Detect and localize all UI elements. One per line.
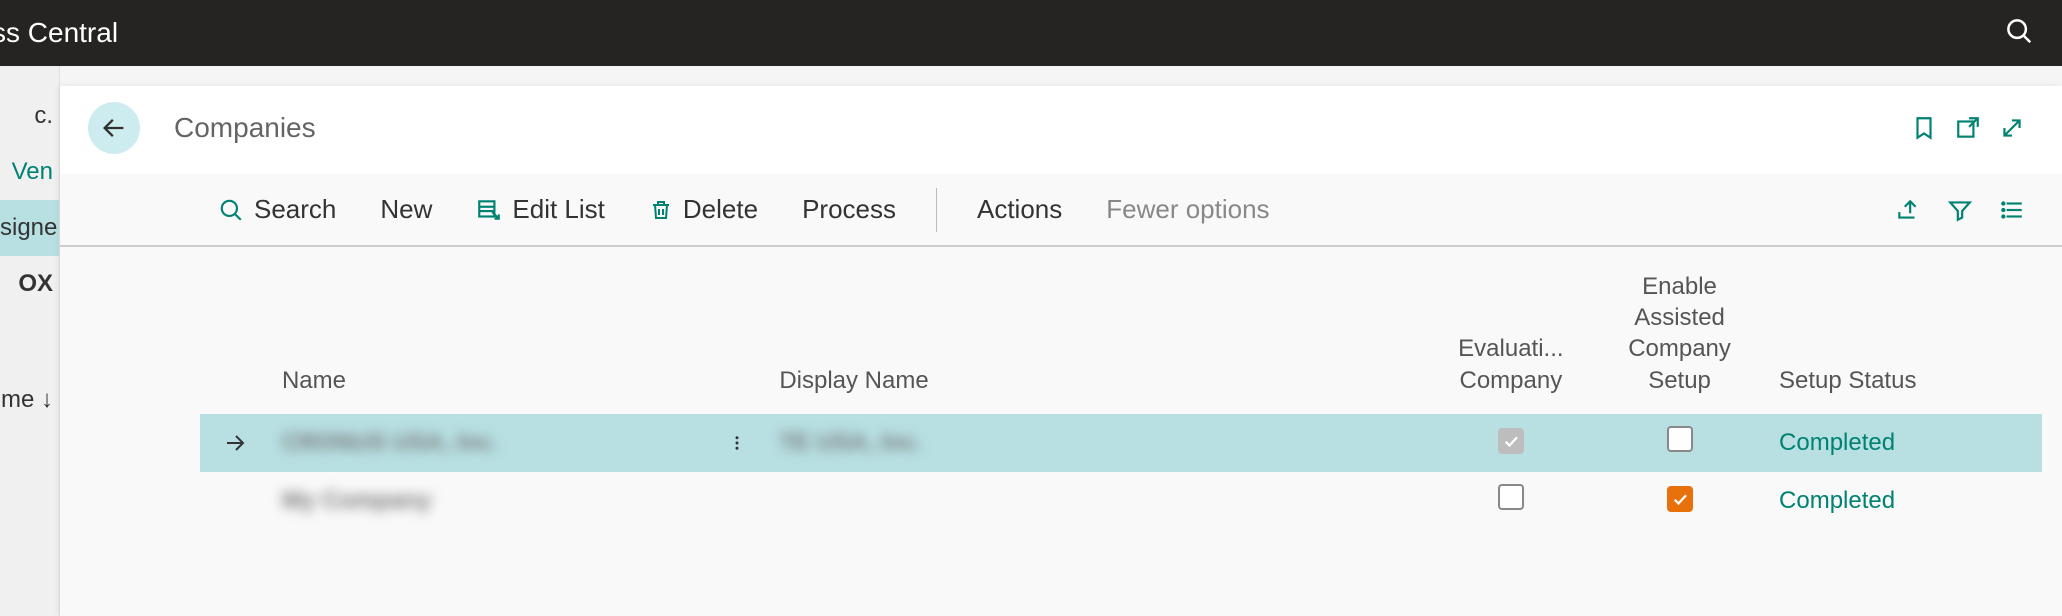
- eval-company-checkbox[interactable]: [1498, 484, 1524, 510]
- process-button[interactable]: Process: [784, 186, 914, 233]
- list-view-icon[interactable]: [1990, 188, 2034, 232]
- search-button[interactable]: Search: [200, 186, 354, 233]
- bg-nav-item: signe: [0, 200, 59, 256]
- delete-label: Delete: [683, 194, 758, 225]
- actions-label: Actions: [977, 194, 1062, 225]
- bg-nav-item: OX: [0, 256, 59, 312]
- back-button[interactable]: [88, 102, 140, 154]
- list-toolbar: Search New Edit List Delete Process Acti…: [60, 174, 2062, 247]
- bg-nav-spacer: [0, 312, 59, 372]
- bg-nav-item: Ven: [0, 144, 59, 200]
- page-title: Companies: [174, 112, 316, 144]
- table-row[interactable]: CRONUS USA, Inc. TE USA, Inc.: [200, 414, 2042, 472]
- filter-icon[interactable]: [1938, 188, 1982, 232]
- table-row[interactable]: My Company Completed: [200, 472, 2042, 530]
- row-select-arrow-icon: [212, 431, 258, 455]
- background-sidebar: c. Ven signe OX me ↓: [0, 66, 60, 616]
- global-search-icon[interactable]: [2004, 16, 2034, 51]
- fewer-options-button[interactable]: Fewer options: [1088, 186, 1287, 233]
- edit-list-icon: [476, 197, 502, 223]
- expand-icon[interactable]: [1990, 106, 2034, 150]
- page-header: Companies: [60, 86, 2062, 174]
- new-label: New: [380, 194, 432, 225]
- row-more-icon[interactable]: [719, 431, 755, 455]
- search-label: Search: [254, 194, 336, 225]
- actions-button[interactable]: Actions: [959, 186, 1080, 233]
- col-name[interactable]: Name: [270, 247, 707, 414]
- share-icon[interactable]: [1886, 188, 1930, 232]
- col-eval-company[interactable]: Evaluati... Company: [1430, 247, 1592, 414]
- delete-button[interactable]: Delete: [631, 186, 776, 233]
- popout-icon[interactable]: [1946, 106, 1990, 150]
- bg-nav-item: c.: [0, 88, 59, 144]
- col-enable-setup[interactable]: Enable Assisted Company Setup: [1592, 247, 1767, 414]
- enable-setup-checkbox[interactable]: [1667, 486, 1693, 512]
- delete-icon: [649, 198, 673, 222]
- bookmark-icon[interactable]: [1902, 106, 1946, 150]
- main-card: Companies Search New Edit List: [60, 86, 2062, 616]
- bg-nav-item: me ↓: [0, 372, 59, 428]
- col-setup-status[interactable]: Setup Status: [1767, 247, 2042, 414]
- table-wrap: Name Display Name Evaluati... Company En…: [60, 247, 2062, 530]
- cell-display-name: TE USA, Inc.: [779, 429, 922, 456]
- eval-company-checkbox: [1498, 428, 1524, 454]
- setup-status-link[interactable]: Completed: [1779, 429, 1895, 456]
- search-icon: [218, 197, 244, 223]
- content-area: Search New Edit List Delete Process Acti…: [60, 174, 2062, 616]
- cell-name: My Company: [282, 487, 431, 514]
- cell-name: CRONUS USA, Inc.: [282, 429, 498, 456]
- new-button[interactable]: New: [362, 186, 450, 233]
- col-display-name[interactable]: Display Name: [767, 247, 1429, 414]
- companies-table: Name Display Name Evaluati... Company En…: [200, 247, 2042, 530]
- app-topbar: ss Central: [0, 0, 2062, 66]
- fewer-options-label: Fewer options: [1106, 194, 1269, 225]
- edit-list-button[interactable]: Edit List: [458, 186, 623, 233]
- app-title: ss Central: [0, 17, 118, 49]
- enable-setup-checkbox[interactable]: [1667, 426, 1693, 452]
- process-label: Process: [802, 194, 896, 225]
- edit-list-label: Edit List: [512, 194, 605, 225]
- toolbar-separator: [936, 188, 937, 232]
- setup-status-link[interactable]: Completed: [1779, 487, 1895, 514]
